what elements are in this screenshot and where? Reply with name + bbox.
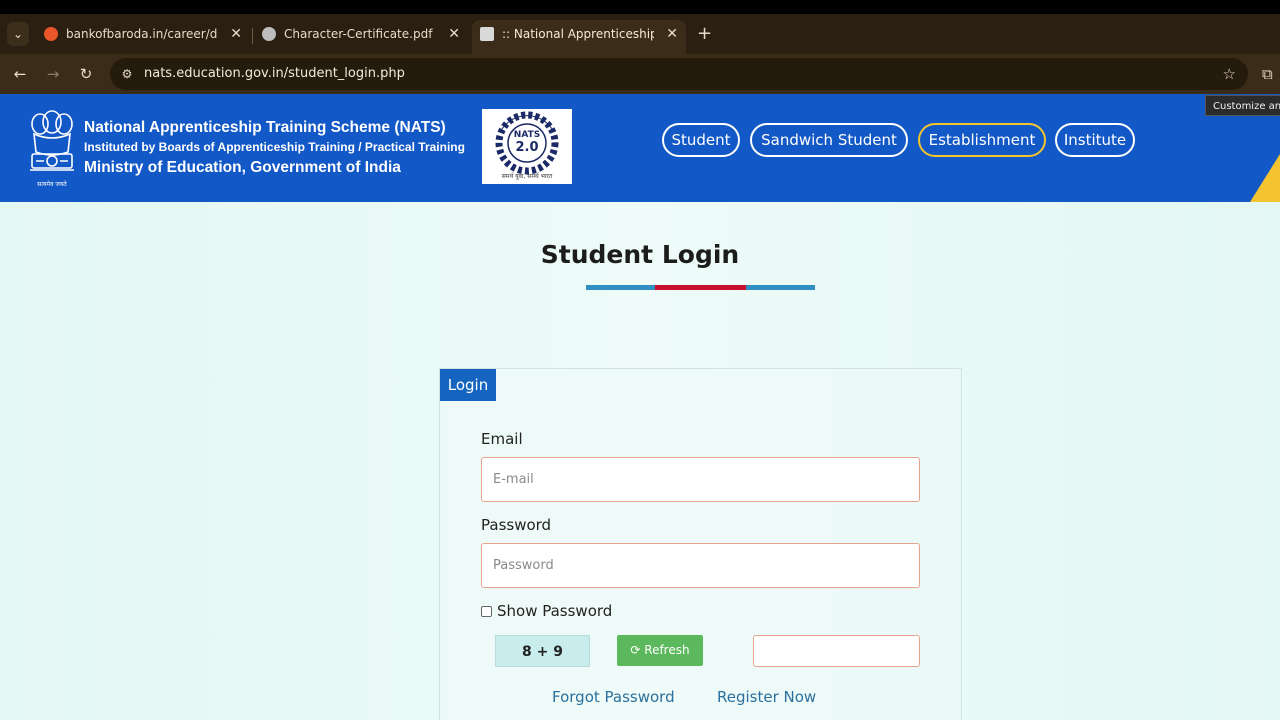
tab-title: Character-Certificate.pdf <box>284 27 433 41</box>
tab-title: :: National Apprenticeship Train <box>502 27 654 41</box>
site-info-icon[interactable]: ⚙ <box>118 65 136 83</box>
tab-separator <box>252 28 253 44</box>
close-tab-icon[interactable]: ✕ <box>230 20 242 48</box>
title-underline-red <box>655 285 746 290</box>
bank-favicon-icon <box>44 27 58 41</box>
browser-tooltip: Customize and control Google Chrome <box>1205 95 1280 116</box>
extensions-icon[interactable]: ⧉ <box>1262 62 1280 86</box>
close-tab-icon[interactable]: ✕ <box>666 20 678 48</box>
nav-institute-button[interactable]: Institute <box>1055 123 1135 157</box>
globe-icon <box>262 27 276 41</box>
nats-logo-tagline: समर्थ युवा, समर्थ भारत <box>501 173 553 180</box>
close-tab-icon[interactable]: ✕ <box>448 20 460 48</box>
login-tab[interactable]: Login <box>440 369 496 401</box>
back-arrow-icon[interactable]: ← <box>8 62 32 86</box>
password-label: Password <box>481 516 552 534</box>
password-field[interactable] <box>481 543 920 588</box>
url-text[interactable]: nats.education.gov.in/student_login.php <box>144 58 405 90</box>
email-field[interactable] <box>481 457 920 502</box>
title-underline <box>586 285 815 290</box>
browser-tab-nats-active[interactable]: :: National Apprenticeship Train ✕ <box>472 20 686 54</box>
browser-tab-bar: ⌄ bankofbaroda.in/career/downlo ✕ Charac… <box>0 14 1280 54</box>
refresh-captcha-button[interactable]: ⟳ Refresh <box>617 635 703 666</box>
nav-student-button[interactable]: Student <box>662 123 740 157</box>
show-password-checkbox[interactable] <box>481 606 492 617</box>
new-tab-button[interactable]: + <box>697 24 712 44</box>
header-corner-accent <box>1250 154 1280 202</box>
nav-establishment-button[interactable]: Establishment <box>918 123 1046 157</box>
refresh-icon: ⟳ <box>630 643 645 657</box>
site-header: सत्यमेव जयते National Apprenticeship Tra… <box>0 94 1280 202</box>
emblem-motto: सत्यमेव जयते <box>37 181 67 188</box>
page-title: Student Login <box>540 240 740 269</box>
address-bar[interactable]: ⚙ nats.education.gov.in/student_login.ph… <box>110 58 1248 90</box>
ministry-title: Ministry of Education, Government of Ind… <box>84 159 401 176</box>
nats-logo-version: 2.0 <box>515 140 539 155</box>
email-label: Email <box>481 430 523 448</box>
window-top-strip <box>0 0 1280 14</box>
nav-sandwich-student-button[interactable]: Sandwich Student <box>750 123 908 157</box>
captcha-question: 8 + 9 <box>495 635 590 667</box>
national-emblem-icon <box>30 110 74 171</box>
show-password-label[interactable]: Show Password <box>497 602 612 620</box>
nats-logo[interactable]: NATS 2.0 समर्थ युवा, समर्थ भारत <box>482 109 572 184</box>
main-content: Student Login Login Email Password Show … <box>0 202 1280 720</box>
bookmark-star-icon[interactable]: ☆ <box>1223 58 1236 90</box>
nats-logo-text: NATS <box>513 130 541 140</box>
site-title: National Apprenticeship Training Scheme … <box>84 119 446 136</box>
site-subtitle: Instituted by Boards of Apprenticeship T… <box>84 140 465 154</box>
nats-favicon-icon <box>480 27 494 41</box>
browser-toolbar: ← → ↻ ⚙ nats.education.gov.in/student_lo… <box>0 54 1280 94</box>
login-card: Login Email Password Show Password 8 + 9… <box>439 368 962 720</box>
captcha-answer-input[interactable] <box>753 635 920 667</box>
register-now-link[interactable]: Register Now <box>717 688 816 706</box>
reload-icon[interactable]: ↻ <box>74 62 98 86</box>
browser-tab-character-certificate[interactable]: Character-Certificate.pdf ✕ <box>254 20 468 54</box>
tab-search-button[interactable]: ⌄ <box>7 22 29 46</box>
refresh-label: Refresh <box>644 643 690 657</box>
tab-title: bankofbaroda.in/career/downlo <box>66 27 218 41</box>
browser-tab-bankofbaroda[interactable]: bankofbaroda.in/career/downlo ✕ <box>36 20 250 54</box>
forward-arrow-icon[interactable]: → <box>41 62 65 86</box>
forgot-password-link[interactable]: Forgot Password <box>552 688 675 706</box>
